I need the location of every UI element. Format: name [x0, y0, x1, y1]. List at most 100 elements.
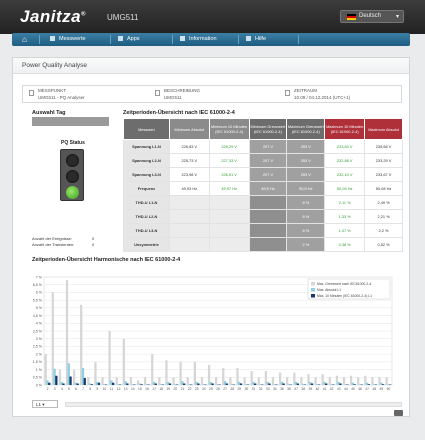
x-tick-label: 11 [110, 387, 114, 391]
y-tick-label: 1 % [36, 368, 43, 372]
x-tick-label: 18 [159, 387, 163, 391]
table-cell: 253 V [286, 153, 326, 168]
bar [357, 377, 360, 385]
table-cell [208, 237, 250, 252]
chart-scrollbar[interactable] [65, 402, 402, 407]
green-light-icon [66, 186, 79, 199]
x-tick-label: 13 [124, 387, 128, 391]
x-tick-label: 15 [138, 387, 142, 391]
x-tick-label: 41 [323, 387, 327, 391]
home-icon[interactable]: ⌂ [22, 35, 31, 44]
table-cell: Frequenz [123, 181, 170, 196]
table-cell: 233,63 V [324, 139, 366, 154]
table-cell: 8 % [286, 223, 326, 238]
y-tick-label: 2 % [36, 352, 43, 356]
table-cell [168, 195, 210, 210]
table-cell [168, 223, 210, 238]
table-row: THD-U L2-N 8 % 1,33 % 2,21 % [123, 209, 403, 224]
table-row: Spannung L3-N 223,98 V 226,51 V 207 V 253 V2… [123, 167, 403, 182]
table-row: THD-U L1-N 8 % 2,11 % 2,49 % [123, 195, 403, 210]
legend-swatch [311, 288, 315, 292]
table-cell: 49,93 Hz [168, 181, 210, 196]
table-cell: 0,38 % [324, 237, 366, 252]
pq-panel: Power Quality Analyse MESSPUNKT UMG511 -… [12, 57, 410, 417]
x-tick-label: 39 [308, 387, 312, 391]
table-cell: 2,21 % [364, 209, 403, 224]
table-row: Frequenz 49,93 Hz 49,97 Hz 49,5 Hz 50,5 Hz 50… [123, 181, 403, 196]
table-row: THD-U L3-N 8 % 1,07 % 2,2 % [123, 223, 403, 238]
legend-swatch [311, 294, 315, 298]
nav-messwerte[interactable]: Messwerte [50, 35, 86, 44]
pq-table: Messwert Minimum Absolut Minimum 10 Minu… [123, 118, 403, 252]
main-nav: ⌂ Messwerte Apps Information Hilfe [12, 33, 410, 46]
bar [129, 377, 133, 385]
legend-label: Max. Grenzwert nach IEC61000-2-4 [317, 282, 371, 286]
nav-apps[interactable]: Apps [118, 35, 140, 44]
table-cell [208, 195, 250, 210]
event-count: Anzahl der Ereignisse: 0 [32, 236, 95, 241]
bar [243, 377, 246, 385]
col-min-grenz: Minimum Grenzwert (IEC 61000-2-4) [248, 118, 288, 140]
bar [143, 377, 147, 385]
x-tick-label: 31 [252, 387, 256, 391]
x-tick-label: 5 [68, 387, 70, 391]
table-cell: 50,08 Hz [364, 181, 403, 196]
table-row: Spannung L1-N 226,83 V 228,29 V 207 V 253 V2… [123, 139, 403, 154]
x-tick-label: 17 [152, 387, 156, 391]
table-row: Spannung L2-N 225,73 V 227,33 V 207 V 253 V2… [123, 153, 403, 168]
x-tick-label: 19 [166, 387, 170, 391]
table-cell: 207 V [248, 153, 288, 168]
table-cell: 253 V [286, 167, 326, 182]
day-select[interactable] [32, 117, 109, 126]
y-tick-label: 4,5 % [33, 314, 43, 318]
german-flag-icon [347, 14, 356, 20]
bar [268, 383, 271, 385]
y-tick-label: 4 % [36, 322, 43, 326]
yellow-light-icon [66, 170, 79, 183]
x-tick-label: 42 [330, 387, 334, 391]
janitza-logo[interactable]: Janitza® [20, 7, 86, 27]
table-cell: 2 % [286, 237, 326, 252]
phase-select[interactable]: L1 ▾ [32, 400, 58, 408]
y-tick-label: 0,5 % [33, 376, 43, 380]
bar [371, 377, 374, 385]
x-tick-label: 49 [380, 387, 384, 391]
auswahl-tag-label: Auswahl Tag [32, 110, 66, 116]
y-tick-label: 0 % [36, 383, 43, 387]
legend-label: Max. 10 Minuten (IEC 61000-2-4) L1 [317, 294, 372, 298]
x-tick-label: 7 [82, 387, 84, 391]
legend-swatch [311, 282, 315, 286]
nav-information[interactable]: Information [180, 35, 217, 44]
table-row: Unsymmetrie 2 % 0,38 % 0,52 % [123, 237, 403, 252]
bar [254, 383, 257, 385]
x-tick-label: 44 [344, 387, 348, 391]
table-cell: 0,52 % [364, 237, 403, 252]
table-cell: Unsymmetrie [123, 237, 170, 252]
table-cell: 50,05 Hz [324, 181, 366, 196]
bar [211, 383, 214, 385]
bar [342, 377, 346, 385]
x-tick-label: 12 [117, 387, 121, 391]
bar [286, 377, 289, 385]
bar [122, 338, 125, 385]
bar [200, 377, 204, 385]
x-tick-label: 40 [316, 387, 320, 391]
bar [296, 383, 299, 385]
language-select[interactable]: Deutsch ▾ [340, 10, 404, 23]
nav-hilfe[interactable]: Hilfe [246, 35, 266, 44]
x-tick-label: 47 [365, 387, 369, 391]
x-tick-label: 2 [47, 387, 49, 391]
y-tick-label: 6,5 % [33, 283, 43, 287]
bar [257, 377, 260, 385]
table-cell: THD-U L1-N [123, 195, 170, 210]
bar [381, 384, 385, 385]
x-tick-label: 38 [301, 387, 305, 391]
bar [48, 382, 51, 385]
x-tick-label: 16 [145, 387, 149, 391]
harmonics-chart: 0 % 0,5 % 1 % 1,5 % 2 % 2,5 % 3 % 3,5 % 4 % 4,5 %… [33, 275, 393, 391]
y-tick-label: 6 % [36, 291, 43, 295]
bar [186, 377, 189, 385]
col-min-abs: Minimum Absolut [168, 118, 210, 140]
print-icon[interactable] [394, 410, 403, 416]
table-cell: 207 V [248, 167, 288, 182]
